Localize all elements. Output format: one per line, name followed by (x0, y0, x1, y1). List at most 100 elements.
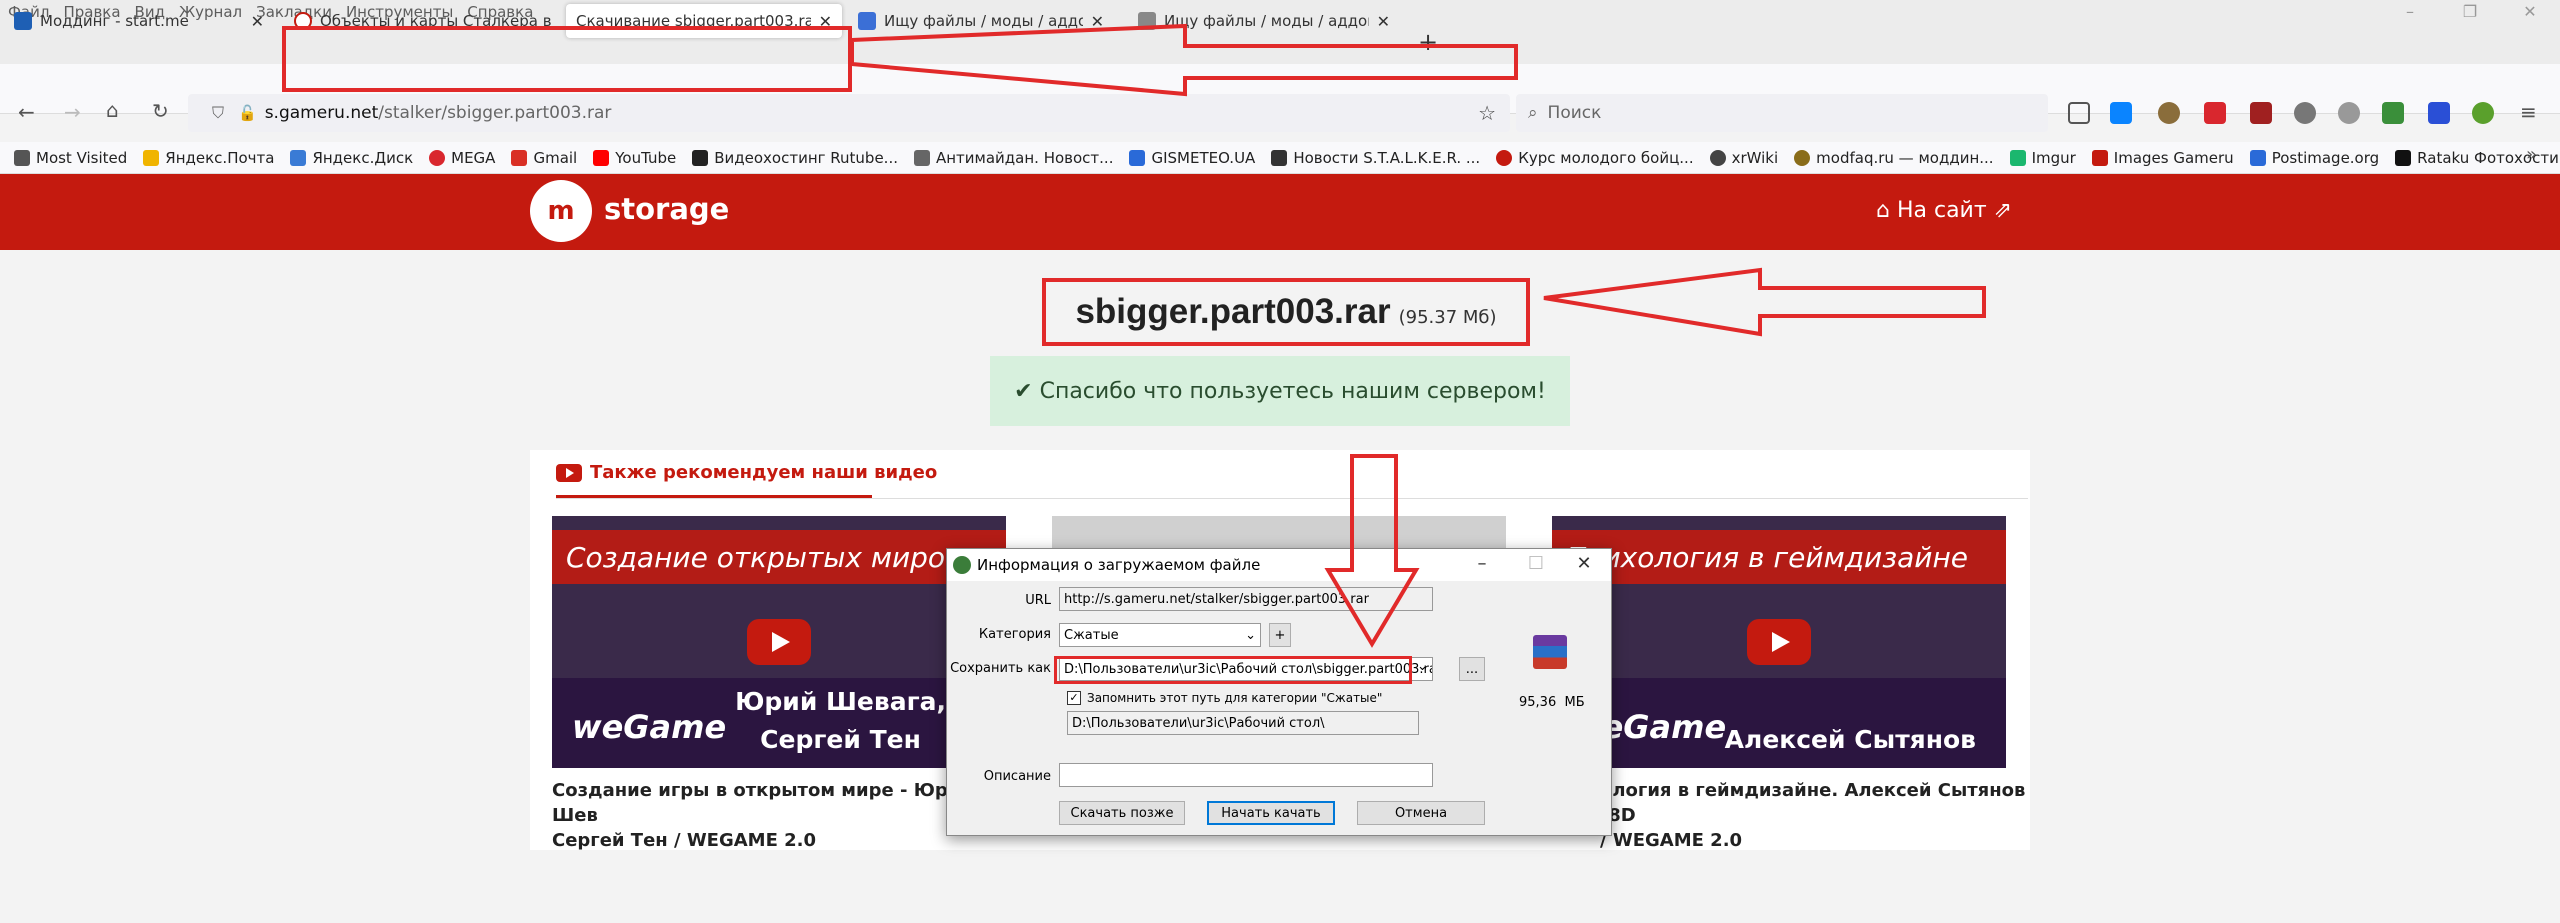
restore-icon[interactable]: ❐ (2440, 2, 2500, 21)
description-field[interactable] (1059, 763, 1433, 787)
search-bar[interactable]: ⌕ Поиск (1516, 94, 2048, 132)
extension-icon[interactable] (2158, 102, 2180, 124)
saveas-field[interactable]: D:\Пользователи\ur3ic\Рабочий стол\sbigg… (1059, 657, 1433, 681)
dialog-titlebar: Информация о загружаемом файле – ☐ ✕ (947, 549, 1611, 581)
remember-checkbox[interactable]: ✓ (1067, 691, 1081, 705)
download-later-button[interactable]: Скачать позже (1059, 801, 1185, 825)
url-field[interactable]: http://s.gameru.net/stalker/sbigger.part… (1059, 587, 1433, 611)
tab-download[interactable]: Скачивание sbigger.part003.rar / g ✕ (566, 4, 842, 38)
add-category-button[interactable]: + (1269, 623, 1291, 647)
forum-icon (1138, 12, 1156, 30)
globe-icon[interactable] (2338, 102, 2360, 124)
bookmark-label: Rataku Фотохостинг -... (2417, 148, 2560, 167)
bookmark-item[interactable]: Курс молодого бойц... (1496, 149, 1694, 167)
video-band-title: Создание открытых миров (552, 530, 1006, 584)
bookmark-icon (1794, 149, 1811, 166)
bookmark-star-icon[interactable]: ☆ (1478, 101, 1496, 125)
annotation-arrow-filename (1543, 267, 1986, 337)
bookmark-icon (2009, 149, 2026, 166)
bookmark-label: xrWiki (1731, 148, 1779, 167)
bookmark-item[interactable]: GISMETEO.UA (1129, 149, 1255, 167)
bookmark-label: Антимайдан. Новост... (935, 148, 1114, 167)
minimize-icon[interactable]: – (1459, 553, 1505, 574)
downloads-icon[interactable] (2110, 102, 2132, 124)
bookmark-item[interactable]: Images Gameru (2091, 149, 2234, 167)
gameru-logo[interactable]: m (530, 180, 592, 242)
bookmark-item[interactable]: YouTube (593, 149, 676, 167)
category-select[interactable]: Сжатые ⌄ (1059, 623, 1261, 647)
close-window-icon[interactable]: ✕ (2500, 2, 2560, 21)
bookmark-label: Imgur (2031, 148, 2076, 167)
video-band-title: Психология в геймдизайне (1552, 530, 2006, 584)
ublock-icon[interactable] (2250, 102, 2272, 124)
video-thumbnail[interactable]: Создание открытых миров weGame Юрий Шева… (552, 516, 1006, 768)
bookmark-item[interactable]: Видеохостинг Rutube... (692, 149, 898, 167)
bookmark-icon (1129, 149, 1146, 166)
bookmark-label: Most Visited (36, 148, 128, 167)
browse-button[interactable]: ... (1459, 657, 1485, 681)
bookmark-item[interactable]: Gmail (511, 149, 577, 167)
video-caption[interactable]: ология в геймдизайне. Алексей Сытянов (8… (1600, 778, 2054, 854)
startme-icon (14, 12, 32, 30)
extension-icon[interactable] (2382, 102, 2404, 124)
bookmark-item[interactable]: Новости S.T.A.L.K.E.R. ... (1271, 149, 1480, 167)
bookmark-item[interactable]: Антимайдан. Новост... (913, 148, 1114, 167)
bookmark-item[interactable]: Most Visited (14, 149, 127, 167)
video-speaker: Алексей Сытянов (1724, 724, 1976, 754)
play-icon[interactable] (747, 619, 811, 665)
cancel-button[interactable]: Отмена (1357, 801, 1485, 825)
idm-icon (953, 556, 971, 574)
bookmark-item[interactable]: MEGA (429, 149, 495, 167)
reload-icon[interactable]: ↻ (152, 99, 169, 123)
extension-icon[interactable] (2472, 102, 2494, 124)
url-bar[interactable]: ⛉ 🔓 s.gameru.net /stalker/sbigger.part00… (188, 94, 1510, 132)
close-tab-icon[interactable]: ✕ (1377, 12, 1390, 31)
divider (556, 498, 2028, 499)
to-site-link[interactable]: ⌂ На сайт ⇗ (1876, 198, 2012, 223)
saveas-label: Сохранить как (950, 661, 1051, 676)
remember-path-field[interactable]: D:\Пользователи\ur3ic\Рабочий стол\ (1067, 711, 1419, 735)
bookmarks-overflow-icon[interactable]: » (2526, 144, 2537, 165)
tab-search-files-1[interactable]: Ищу файлы / моды / аддоны ✕ (848, 4, 1114, 38)
bookmark-item[interactable]: Imgur (2009, 148, 2076, 167)
bookmark-item[interactable]: xrWiki (1709, 148, 1779, 167)
close-icon[interactable]: ✕ (1561, 553, 1607, 574)
bookmark-item[interactable]: Яндекс.Диск (290, 149, 413, 167)
shield-icon[interactable]: ⛉ (212, 103, 224, 123)
maximize-icon[interactable]: ☐ (1513, 553, 1559, 574)
recommend-label: Также рекомендуем наши видео (590, 462, 938, 483)
category-value: Сжатые (1064, 627, 1119, 643)
tab-search-files-2[interactable]: Ищу файлы / моды / аддоны ✕ (1128, 4, 1400, 38)
play-icon[interactable] (1747, 619, 1811, 665)
bookmark-icon (1271, 149, 1288, 166)
minimize-icon[interactable]: – (2380, 2, 2440, 21)
extension-icon[interactable] (2428, 102, 2450, 124)
hamburger-menu-icon[interactable]: ≡ (2520, 100, 2537, 124)
search-placeholder: Поиск (1547, 103, 1602, 123)
home-icon[interactable]: ⌂ (106, 98, 119, 122)
bookmark-icon (692, 149, 709, 166)
bookmark-item[interactable]: modfaq.ru — моддин... (1794, 149, 1994, 167)
lock-icon[interactable]: 🔓 (238, 104, 257, 122)
back-icon[interactable]: ← (18, 100, 35, 124)
extension-icon[interactable] (2294, 102, 2316, 124)
site-brand[interactable]: storage (604, 192, 729, 226)
tab-title: Ищу файлы / моды / аддоны (1164, 12, 1369, 30)
new-tab-icon[interactable]: + (1418, 28, 1438, 56)
recommend-heading[interactable]: Также рекомендуем наши видео (556, 462, 937, 483)
video-thumbnail[interactable]: Психология в геймдизайне weGame Алексей … (1552, 516, 2006, 768)
tab-stalker-maps[interactable]: Объекты и карты Сталкера в X (284, 4, 566, 38)
bookmark-item[interactable]: Яндекс.Почта (143, 149, 274, 167)
close-tab-icon[interactable]: ✕ (819, 12, 832, 31)
close-tab-icon[interactable]: ✕ (251, 12, 264, 31)
extension-icon[interactable] (2204, 102, 2226, 124)
gameru-icon (294, 12, 312, 30)
start-download-button[interactable]: Начать качать (1207, 801, 1335, 825)
bookmark-item[interactable]: Postimage.org (2249, 149, 2379, 167)
video-caption[interactable]: Создание игры в открытом мире - Юрий Шев… (552, 778, 1006, 854)
tab-startme[interactable]: Моддинг - start.me ✕ (4, 4, 274, 38)
pocket-icon[interactable] (2068, 102, 2090, 124)
forward-icon[interactable]: → (64, 100, 81, 124)
close-tab-icon[interactable]: ✕ (1091, 12, 1104, 31)
chevron-down-icon[interactable]: ⌄ (1417, 659, 1428, 674)
